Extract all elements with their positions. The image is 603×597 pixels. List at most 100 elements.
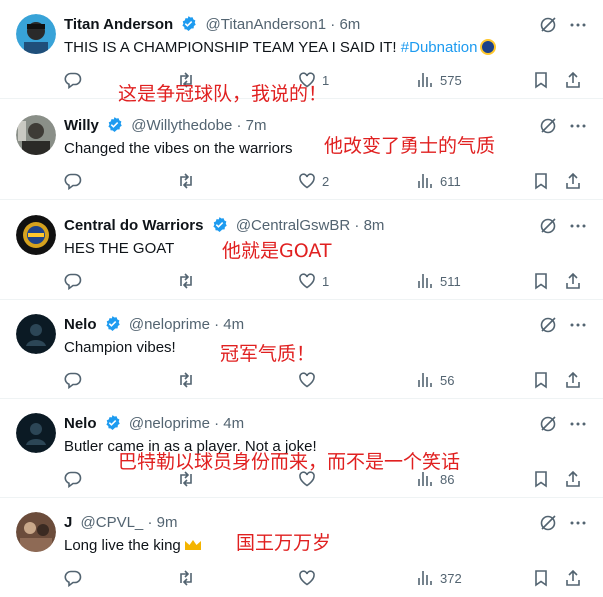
hashtag-link[interactable]: #Dubnation: [401, 39, 478, 56]
views-button[interactable]: 511: [416, 271, 461, 291]
avatar[interactable]: [16, 413, 56, 453]
tweet-3[interactable]: Nelo @neloprime · 4m Champion vibes! 56 …: [0, 300, 603, 399]
more-icon[interactable]: [569, 16, 587, 34]
timestamp[interactable]: 6m: [339, 16, 360, 33]
bookmark-button[interactable]: [532, 469, 550, 489]
timestamp[interactable]: 4m: [223, 316, 244, 333]
more-icon[interactable]: [569, 316, 587, 334]
avatar[interactable]: [16, 512, 56, 552]
more-icon[interactable]: [569, 415, 587, 433]
grok-icon[interactable]: [539, 16, 557, 34]
bookmark-button[interactable]: [532, 271, 550, 291]
retweet-button[interactable]: [177, 568, 201, 588]
views-icon: [418, 274, 432, 288]
timestamp[interactable]: 4m: [223, 415, 244, 432]
reply-icon: [64, 72, 82, 89]
handle[interactable]: @Willythedobe: [131, 117, 232, 134]
crown-emoji-icon: [184, 539, 202, 551]
display-name[interactable]: Nelo: [64, 415, 97, 432]
display-name[interactable]: Willy: [64, 117, 99, 134]
view-count: 511: [440, 273, 461, 289]
bookmark-button[interactable]: [532, 370, 550, 390]
separator-dot: ·: [354, 217, 360, 234]
verified-badge-icon: [104, 414, 121, 431]
tweet-text: Long live the king: [64, 536, 202, 556]
display-name[interactable]: Nelo: [64, 316, 97, 333]
bookmark-button[interactable]: [532, 171, 550, 191]
reply-button[interactable]: [64, 271, 88, 291]
grok-icon[interactable]: [539, 415, 557, 433]
retweet-button[interactable]: [177, 271, 201, 291]
reply-button[interactable]: [64, 171, 88, 191]
handle[interactable]: @CentralGswBR: [236, 217, 350, 234]
handle[interactable]: @TitanAnderson1: [206, 16, 327, 33]
avatar[interactable]: [16, 14, 56, 54]
like-button[interactable]: [298, 370, 322, 390]
timestamp[interactable]: 8m: [364, 217, 385, 234]
like-button[interactable]: 1: [298, 271, 329, 291]
grok-icon[interactable]: [539, 217, 557, 235]
share-button[interactable]: [564, 568, 582, 588]
like-icon: [299, 273, 315, 289]
timestamp[interactable]: 9m: [157, 514, 178, 531]
like-icon: [299, 173, 315, 189]
retweet-icon: [180, 173, 192, 189]
handle[interactable]: @neloprime: [129, 415, 210, 432]
share-button[interactable]: [564, 171, 582, 191]
share-button[interactable]: [564, 70, 582, 90]
views-button[interactable]: 372: [416, 568, 462, 588]
views-icon: [418, 571, 432, 585]
handle[interactable]: @CPVL_: [81, 514, 144, 531]
timestamp[interactable]: 7m: [246, 117, 267, 134]
tweet-actions: 1 511: [64, 271, 584, 291]
like-button[interactable]: 2: [298, 171, 329, 191]
grok-icon[interactable]: [539, 514, 557, 532]
views-icon: [418, 174, 432, 188]
avatar[interactable]: [16, 115, 56, 155]
avatar[interactable]: [16, 215, 56, 255]
tweet-text: HES THE GOAT: [64, 240, 175, 257]
translation-annotation: 冠军气质！: [220, 343, 316, 365]
more-icon[interactable]: [569, 217, 587, 235]
more-icon[interactable]: [569, 514, 587, 532]
grok-icon[interactable]: [539, 117, 557, 135]
translation-annotation: 他改变了勇士的气质: [324, 135, 496, 157]
bookmark-button[interactable]: [532, 70, 550, 90]
avatar[interactable]: [16, 314, 56, 354]
grok-icon[interactable]: [539, 316, 557, 334]
tweet-4[interactable]: Nelo @neloprime · 4m Butler came in as a…: [0, 399, 603, 498]
views-button[interactable]: 611: [416, 171, 461, 191]
tweet-1[interactable]: Willy @Willythedobe · 7m Changed the vib…: [0, 101, 603, 200]
share-button[interactable]: [564, 271, 582, 291]
like-count: 1: [322, 273, 330, 289]
translation-annotation: 巴特勒以球员身份而来，而不是一个笑话: [118, 451, 461, 473]
tweet-actions: 2 611: [64, 171, 584, 191]
display-name[interactable]: Central do Warriors: [64, 217, 203, 234]
reply-button[interactable]: [64, 568, 88, 588]
more-icon[interactable]: [569, 117, 587, 135]
views-button[interactable]: 575: [416, 70, 462, 90]
separator-dot: ·: [214, 415, 220, 432]
views-button[interactable]: 56: [416, 370, 454, 390]
tweet-feed: Titan Anderson @TitanAnderson1 · 6m THIS…: [0, 0, 603, 597]
tweet-2[interactable]: Central do Warriors @CentralGswBR · 8m H…: [0, 201, 603, 300]
tweet-text: THIS IS A CHAMPIONSHIP TEAM YEA I SAID I…: [64, 38, 496, 58]
like-icon: [299, 372, 315, 388]
display-name[interactable]: Titan Anderson: [64, 16, 173, 33]
reply-button[interactable]: [64, 370, 88, 390]
share-button[interactable]: [564, 469, 582, 489]
share-button[interactable]: [564, 370, 582, 390]
bookmark-button[interactable]: [532, 568, 550, 588]
handle[interactable]: @neloprime: [129, 316, 210, 333]
tweet-text-body: THIS IS A CHAMPIONSHIP TEAM YEA I SAID I…: [64, 39, 401, 56]
reply-button[interactable]: [64, 469, 88, 489]
translation-annotation: 国王万万岁: [236, 532, 332, 554]
retweet-button[interactable]: [177, 171, 201, 191]
retweet-button[interactable]: [177, 370, 201, 390]
like-button[interactable]: [298, 568, 322, 588]
tweet-5[interactable]: J @CPVL_ · 9m Long live the king 372 国王万…: [0, 498, 603, 597]
separator-dot: ·: [330, 16, 336, 33]
reply-button[interactable]: [64, 70, 88, 90]
display-name[interactable]: J: [64, 514, 72, 531]
tweet-0[interactable]: Titan Anderson @TitanAnderson1 · 6m THIS…: [0, 0, 603, 105]
